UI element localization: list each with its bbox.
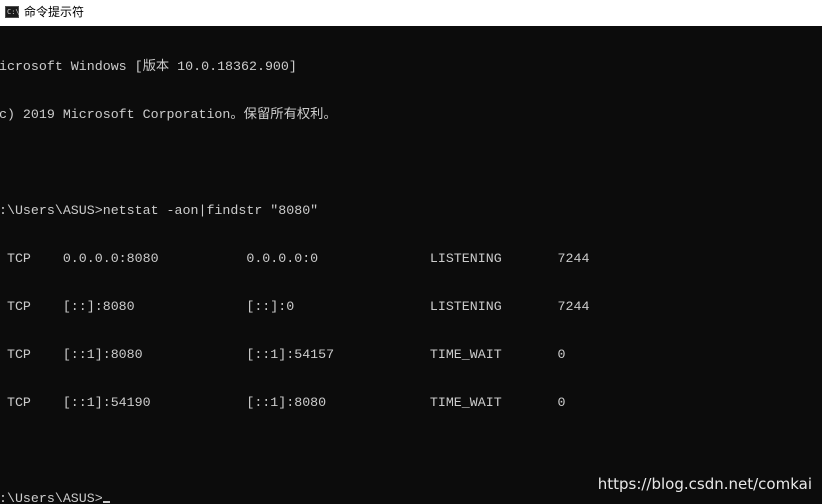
console-icon: C:\ bbox=[5, 6, 20, 18]
console-line-result: TCP [::1]:8080 [::1]:54157 TIME_WAIT 0 bbox=[0, 347, 566, 362]
watermark: https://blog.csdn.net/comkai bbox=[597, 475, 812, 493]
console-line-copyright: (c) 2019 Microsoft Corporation。保留所有权利。 bbox=[0, 107, 337, 122]
console-output[interactable]: Microsoft Windows [版本 10.0.18362.900] (c… bbox=[0, 27, 822, 504]
console-line-version: Microsoft Windows [版本 10.0.18362.900] bbox=[0, 59, 297, 74]
console-line-result: TCP 0.0.0.0:8080 0.0.0.0:0 LISTENING 724… bbox=[0, 251, 590, 266]
console-line-result: TCP [::1]:54190 [::1]:8080 TIME_WAIT 0 bbox=[0, 395, 566, 410]
console-line-result: TCP [::]:8080 [::]:0 LISTENING 7244 bbox=[0, 299, 590, 314]
title-bar[interactable]: C:\ 命令提示符 bbox=[0, 0, 822, 26]
console-line-command: C:\Users\ASUS>netstat -aon|findstr "8080… bbox=[0, 203, 319, 218]
text-cursor bbox=[102, 501, 110, 503]
command-prompt-window: C:\ 命令提示符 Microsoft Windows [版本 10.0.183… bbox=[0, 0, 822, 504]
console-prompt: C:\Users\ASUS> bbox=[0, 491, 103, 504]
window-title: 命令提示符 bbox=[24, 5, 85, 19]
console-icon-glyph: C:\ bbox=[7, 8, 20, 16]
